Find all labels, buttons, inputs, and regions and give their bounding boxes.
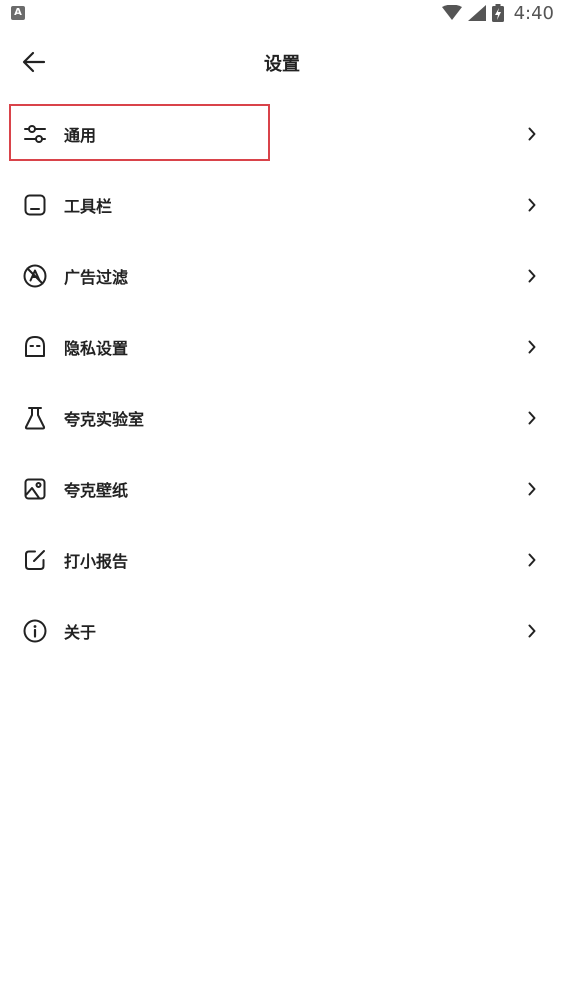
menu-item-label: 夸克壁纸 bbox=[64, 480, 129, 500]
menu-item-about[interactable]: 关于 bbox=[0, 595, 564, 666]
status-time: 4:40 bbox=[513, 2, 554, 24]
page-title: 设置 bbox=[264, 54, 300, 75]
chevron-right-icon bbox=[526, 339, 538, 355]
wifi-icon bbox=[441, 5, 462, 20]
menu-item-wallpaper[interactable]: 夸克壁纸 bbox=[0, 453, 564, 524]
privacy-ghost-icon bbox=[22, 334, 48, 360]
chevron-right-icon bbox=[526, 552, 538, 568]
toolbar-icon bbox=[22, 192, 48, 218]
menu-item-label: 通用 bbox=[64, 125, 97, 145]
sliders-icon bbox=[22, 121, 48, 147]
image-icon bbox=[22, 476, 48, 502]
battery-charging-icon bbox=[491, 4, 504, 22]
flask-icon bbox=[22, 405, 48, 431]
signal-icon bbox=[467, 5, 486, 21]
menu-item-label: 广告过滤 bbox=[64, 267, 129, 287]
edit-report-icon bbox=[22, 547, 48, 573]
app-bar: 设置 bbox=[0, 26, 564, 98]
notification-app-icon: A bbox=[11, 6, 25, 20]
info-icon bbox=[22, 618, 48, 644]
status-bar: A 4:40 bbox=[0, 0, 564, 26]
menu-item-label: 工具栏 bbox=[64, 196, 113, 216]
menu-item-report[interactable]: 打小报告 bbox=[0, 524, 564, 595]
settings-menu-list: 通用 工具栏 广告过滤 隐私设置 夸克实验室 夸克壁纸 打小报告 关于 bbox=[0, 98, 564, 666]
chevron-right-icon bbox=[526, 410, 538, 426]
menu-item-lab[interactable]: 夸克实验室 bbox=[0, 382, 564, 453]
chevron-right-icon bbox=[526, 268, 538, 284]
menu-item-label: 夸克实验室 bbox=[64, 409, 145, 429]
menu-item-label: 关于 bbox=[64, 622, 97, 642]
menu-item-label: 隐私设置 bbox=[64, 338, 129, 358]
menu-item-privacy[interactable]: 隐私设置 bbox=[0, 311, 564, 382]
chevron-right-icon bbox=[526, 126, 538, 142]
status-icons: 4:40 bbox=[441, 2, 554, 24]
ad-block-icon bbox=[22, 263, 48, 289]
chevron-right-icon bbox=[526, 481, 538, 497]
menu-item-general[interactable]: 通用 bbox=[0, 98, 564, 169]
chevron-right-icon bbox=[526, 197, 538, 213]
menu-item-ad-filter[interactable]: 广告过滤 bbox=[0, 240, 564, 311]
menu-item-label: 打小报告 bbox=[64, 551, 129, 571]
menu-item-toolbar[interactable]: 工具栏 bbox=[0, 169, 564, 240]
chevron-right-icon bbox=[526, 623, 538, 639]
